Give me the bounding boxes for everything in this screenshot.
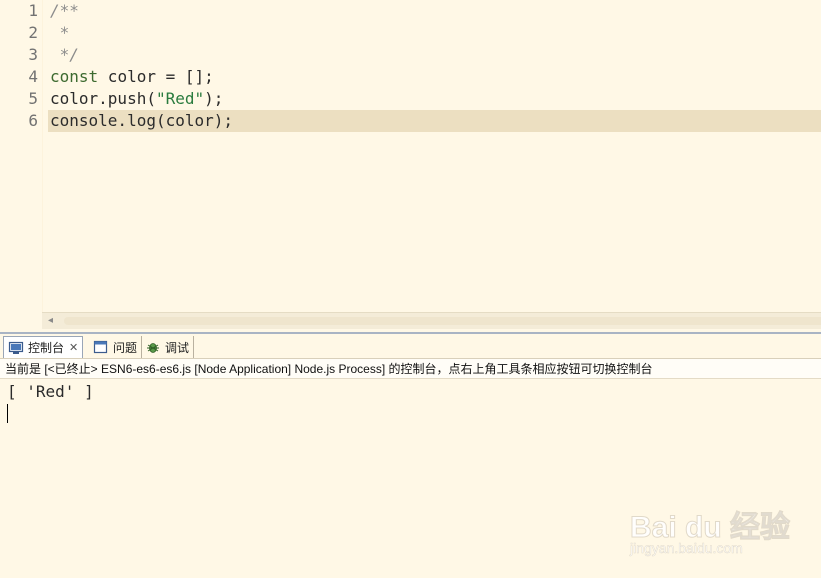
line-number: 6 [28, 111, 38, 130]
code-comment: /** [50, 1, 79, 20]
code-line[interactable]: color.push("Red"); [48, 88, 821, 110]
code-line[interactable]: const color = []; [48, 66, 821, 88]
line-number: 3 [28, 45, 38, 64]
tab-label: 调试 [165, 340, 190, 355]
code-line[interactable]: * [48, 22, 821, 44]
watermark-url: jingyan.baidu.com [630, 540, 743, 557]
code-line-current[interactable]: console.log(color); [48, 110, 821, 132]
code-comment: */ [50, 45, 79, 64]
code-text: color.push( [50, 89, 156, 108]
tab-console[interactable]: 控制台 ✕ [3, 336, 84, 358]
gutter: 1 2 3 4 5 6 [0, 0, 42, 312]
console-output-line: [ 'Red' ] [7, 382, 94, 401]
close-icon[interactable]: ✕ [69, 341, 78, 354]
scrollbar-thumb[interactable] [64, 317, 821, 325]
code-string: "Red" [155, 89, 205, 108]
baidu-watermark: Bai du 经验 jingyan.baidu.com [628, 490, 808, 570]
scroll-left-icon[interactable]: ◂ [48, 315, 53, 327]
tab-label: 问题 [113, 340, 138, 355]
tab-debug[interactable]: 调试 [141, 336, 195, 358]
line-number: 5 [28, 89, 38, 108]
code-comment: * [50, 23, 70, 42]
horizontal-scrollbar[interactable]: ◂ [42, 312, 821, 329]
code-text: console.log(color); [50, 111, 234, 130]
problems-icon [93, 340, 109, 354]
code-line[interactable]: /** [48, 0, 821, 22]
code-text: ); [204, 89, 224, 108]
text-caret [7, 404, 8, 423]
line-number: 1 [28, 1, 38, 20]
line-number: 2 [28, 23, 38, 42]
code-keyword: const [50, 67, 99, 86]
code-text: color = []; [98, 67, 214, 86]
ide-window: 1 2 3 4 5 6 /** * */ const color = []; c… [0, 0, 821, 578]
console-icon [8, 341, 24, 355]
code-editor[interactable]: 1 2 3 4 5 6 /** * */ const color = []; c… [0, 0, 821, 330]
tab-label: 控制台 [28, 341, 65, 355]
code-line[interactable]: */ [48, 44, 821, 66]
debug-icon [145, 340, 161, 354]
line-number: 4 [28, 67, 38, 86]
code-area[interactable]: /** * */ const color = []; color.push("R… [48, 0, 821, 312]
tab-problems[interactable]: 问题 [89, 336, 143, 358]
console-view-tabs: 控制台 ✕ 问题 调试 [0, 334, 821, 359]
console-description: 当前是 [<已终止> ESN6-es6-es6.js [Node Applica… [0, 359, 821, 379]
